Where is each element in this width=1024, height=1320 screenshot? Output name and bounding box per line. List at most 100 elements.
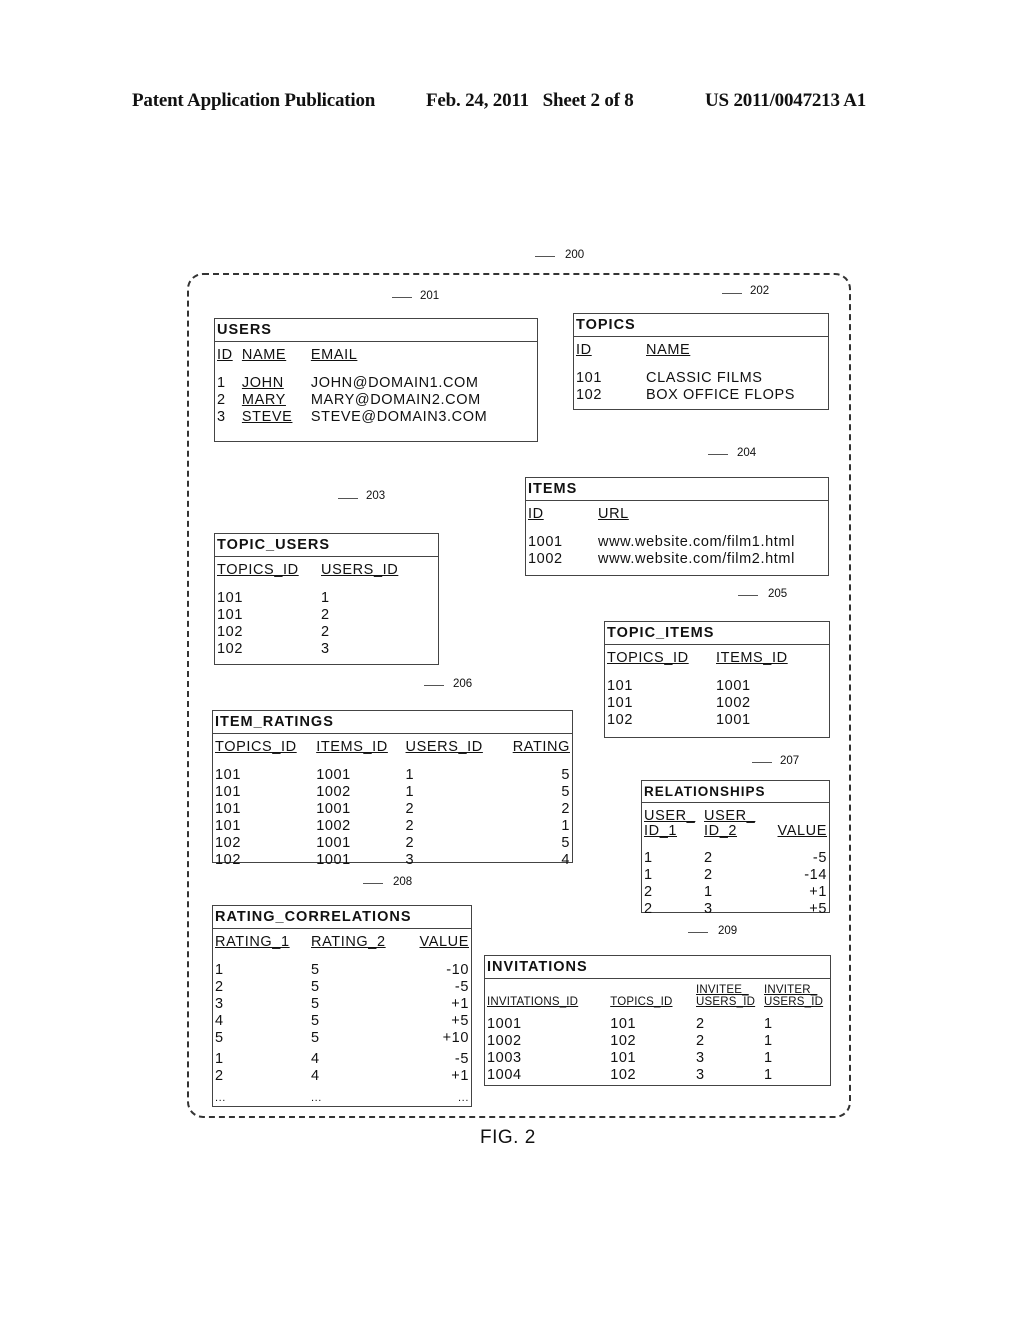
cell: 1 (764, 1050, 773, 1066)
column-header: TOPICS_ID (610, 995, 673, 1008)
column-header: INVITEE_ USERS_ID (696, 984, 756, 1008)
cell: ... (458, 1091, 469, 1104)
item-ratings-grid: TOPICS_ID ITEMS_ID USERS_ID RATING 101 10… (213, 734, 572, 869)
cell: JOHN (241, 374, 284, 391)
table-row: 3 5 +1 (213, 996, 471, 1013)
ref-label-205: 205 (768, 588, 788, 600)
table-row: 1 2 -14 (642, 867, 829, 884)
cell: 2 (704, 867, 713, 883)
cell: 1 (405, 766, 415, 783)
cell: +5 (809, 901, 827, 917)
table-row: 101 1001 2 2 (213, 801, 572, 818)
cell: 3 (696, 1067, 705, 1083)
cell: 5 (311, 995, 320, 1012)
cell: 1 (644, 850, 653, 866)
table-row: 2 1 +1 (642, 884, 829, 901)
cell: 101 (576, 369, 602, 386)
cell: 4 (311, 1050, 320, 1067)
cell: 101 (215, 783, 241, 800)
leader-line (535, 256, 555, 257)
cell: 102 (610, 1067, 637, 1083)
table-row: 1 JOHN JOHN@DOMAIN1.COM (215, 375, 537, 392)
cell: 1 (405, 783, 415, 800)
patent-number: US 2011/0047213 A1 (705, 90, 867, 111)
table-row: 102 1001 3 4 (213, 852, 572, 869)
relationships-table: RELATIONSHIPS USER_ ID_1 USER_ ID_2 VALU… (641, 780, 830, 917)
cell: 102 (610, 1033, 637, 1049)
cell: 2 (696, 1033, 705, 1049)
cell: 101 (607, 677, 633, 694)
table-title: ITEMS (526, 478, 828, 501)
table-title: TOPIC_USERS (215, 534, 438, 557)
cell: +1 (809, 884, 827, 900)
column-header: RATING_2 (311, 934, 386, 950)
cell: MARY@DOMAIN2.COM (310, 391, 481, 408)
column-header: ID (576, 342, 592, 358)
cell: 3 (215, 995, 224, 1012)
cell: 3 (696, 1050, 705, 1066)
cell: 2 (405, 800, 415, 817)
column-header: NAME (646, 342, 691, 358)
table-row: 5 5 +10 (213, 1030, 471, 1047)
table-row: 2 3 +5 (642, 901, 829, 918)
table-title: TOPIC_ITEMS (605, 622, 829, 645)
table-row: 101 1002 (605, 695, 829, 712)
cell: 1 (561, 817, 570, 834)
cell: STEVE@DOMAIN3.COM (310, 408, 488, 425)
cell: 5 (311, 978, 320, 995)
leader-line (738, 595, 758, 596)
column-header: ID (528, 506, 544, 522)
topic-items-table: TOPIC_ITEMS TOPICS_ID ITEMS_ID 101 1001 1… (604, 621, 830, 738)
column-header: URL (598, 506, 629, 522)
cell: +1 (451, 995, 469, 1012)
table-row: 102 2 (215, 624, 438, 641)
cell: +1 (451, 1067, 469, 1084)
invitations-table: INVITATIONS INVITATIONS_ID TOPICS_ID INV… (484, 955, 831, 1086)
cell: 102 (215, 851, 241, 868)
table-row: 1 2 -5 (642, 850, 829, 867)
table-title: INVITATIONS (485, 956, 830, 979)
topic-users-table: TOPIC_USERS TOPICS_ID USERS_ID 101 1 101 2… (214, 533, 439, 665)
leader-line (424, 685, 444, 686)
leader-line (363, 883, 383, 884)
cell: 4 (561, 851, 570, 868)
cell: ... (311, 1091, 322, 1104)
ref-label-208: 208 (393, 876, 413, 888)
column-header: USER_ ID_2 (704, 808, 756, 839)
leader-line (752, 762, 772, 763)
column-header: VALUE (777, 822, 827, 839)
date-sheet-label: Feb. 24, 2011 Sheet 2 of 8 (426, 90, 634, 111)
column-header: TOPICS_ID (215, 739, 297, 755)
leader-line (708, 454, 728, 455)
cell: 101 (610, 1050, 637, 1066)
cell: 2 (321, 623, 330, 640)
cell: 5 (561, 834, 570, 851)
rating-correlations-table: RATING_CORRELATIONS RATING_1 RATING_2 VA… (212, 905, 472, 1107)
table-row: 2 MARY MARY@DOMAIN2.COM (215, 392, 537, 409)
topics-grid: ID NAME 101 CLASSIC FILMS 102 BOX OFFICE… (574, 337, 828, 404)
cell: 1 (704, 884, 713, 900)
table-title: RATING_CORRELATIONS (213, 906, 471, 929)
cell: 102 (576, 386, 602, 403)
table-title: ITEM_RATINGS (213, 711, 572, 734)
cell: 1001 (316, 766, 351, 783)
leader-line (722, 293, 742, 294)
cell: 101 (215, 817, 241, 834)
cell: 102 (607, 711, 633, 728)
cell: 1003 (487, 1050, 522, 1066)
cell: www.website.com/film2.html (598, 550, 795, 567)
topic-items-grid: TOPICS_ID ITEMS_ID 101 1001 101 1002 102 10… (605, 645, 829, 729)
ref-label-206: 206 (453, 678, 473, 690)
cell: 1 (215, 1050, 224, 1067)
table-row: 101 2 (215, 607, 438, 624)
cell: 1002 (316, 817, 351, 834)
cell: 1002 (528, 550, 563, 567)
ref-label-209: 209 (718, 925, 738, 937)
cell: -5 (454, 1050, 469, 1067)
table-row: 1001 www.website.com/film1.html (526, 534, 828, 551)
cell: 2 (561, 800, 570, 817)
cell: 4 (215, 1012, 224, 1029)
cell: -5 (454, 978, 469, 995)
ref-label-203: 203 (366, 490, 386, 502)
cell: 5 (311, 961, 320, 978)
